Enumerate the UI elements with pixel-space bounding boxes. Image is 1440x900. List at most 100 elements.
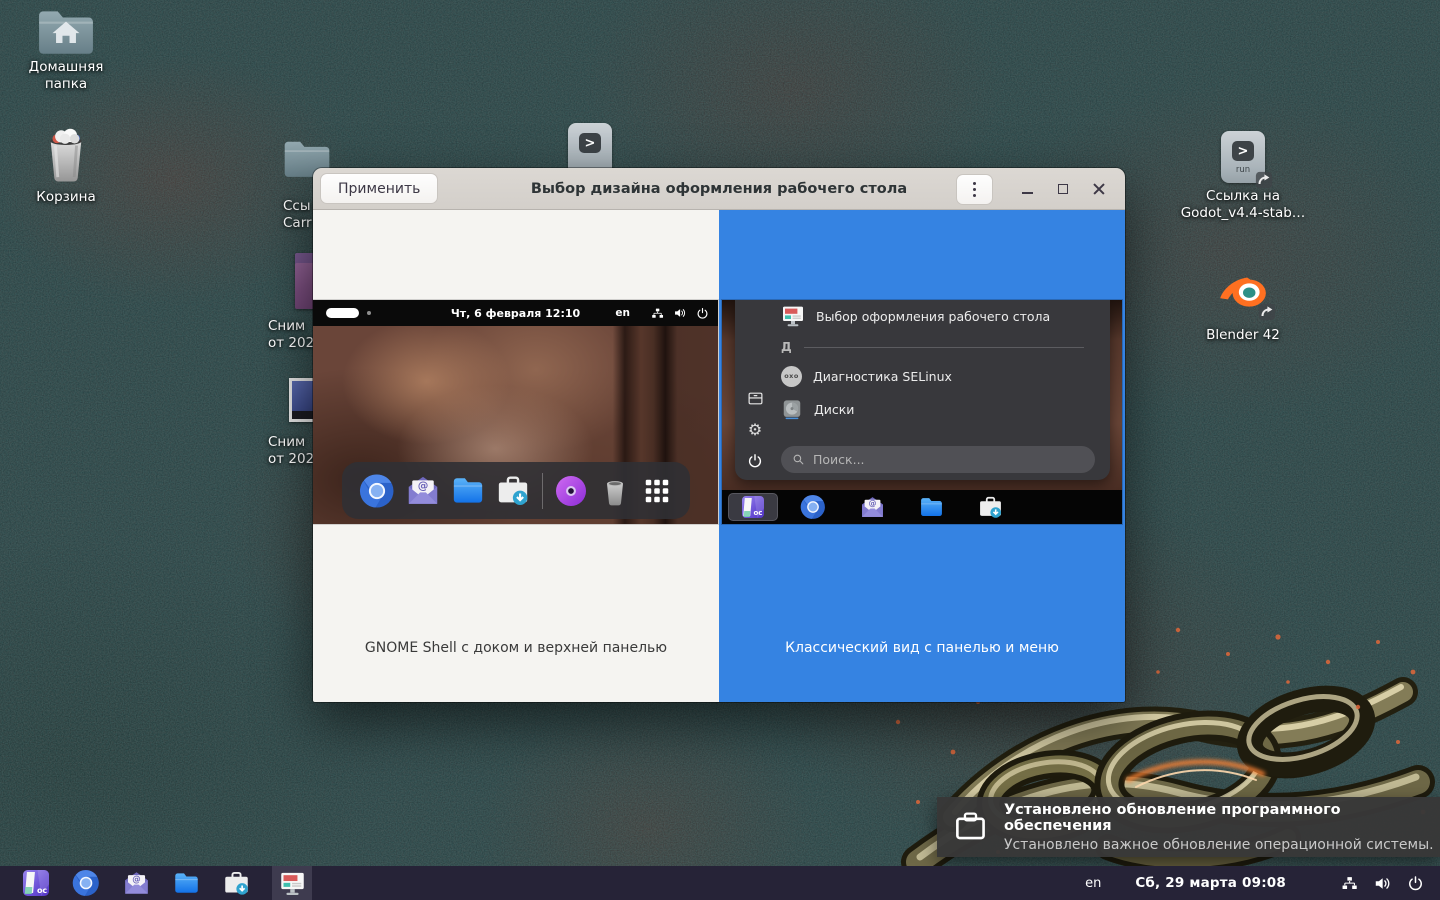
gnome-preview-wallpaper <box>313 326 718 524</box>
gnome-lang-indicator: en <box>615 307 630 319</box>
mail-icon <box>406 474 440 508</box>
os-start-logo-icon: ос <box>23 870 49 896</box>
minimize-icon <box>1021 192 1033 194</box>
search-icon <box>792 453 805 466</box>
start-button[interactable]: ос <box>22 869 50 897</box>
disks-app-icon <box>781 398 803 420</box>
desktop-design-chooser-window: Применить Выбор дизайна оформления рабоч… <box>313 168 1125 702</box>
run-badge-icon: > <box>579 133 601 153</box>
close-button[interactable] <box>1081 168 1117 210</box>
maximize-icon <box>1058 184 1068 194</box>
classic-start-button: ос <box>728 493 778 521</box>
archive-drawer-icon <box>747 390 764 407</box>
menu-section-d: Д <box>781 336 1100 358</box>
section-divider <box>803 346 1084 348</box>
oxo-app-icon: oxo <box>781 365 802 387</box>
menu-item-disks: Диски <box>781 395 1100 423</box>
files-icon <box>919 495 944 520</box>
option-classic-view[interactable]: ⚙ Выбор оформления рабочего стола Д oxo … <box>719 210 1125 702</box>
desktop-icon-godot-link[interactable]: > run Ссылка на Godot_v4.4-stab… <box>1172 131 1314 222</box>
symlink-emblem-icon <box>1258 303 1276 321</box>
run-badge-icon: > <box>1232 141 1254 161</box>
mail-icon <box>123 870 150 897</box>
power-icon <box>747 453 763 469</box>
home-folder-icon <box>37 8 95 54</box>
desktop-icon-label: Сним от 202 <box>268 318 315 351</box>
desktop-icon-label: Домашняя папка <box>28 59 104 92</box>
start-menu-sidebar: ⚙ <box>735 300 775 480</box>
desktop-icon-blender[interactable]: Blender 42 <box>1183 263 1303 344</box>
taskbar-software-button[interactable] <box>222 869 250 897</box>
volume-tray-button[interactable] <box>1373 874 1392 893</box>
taskbar-left: ос <box>0 866 312 900</box>
menu-item-selinux: oxo Диагностика SELinux <box>781 362 1100 390</box>
chromium-icon <box>359 473 395 509</box>
volume-icon <box>673 306 687 320</box>
start-menu-search: Поиск... <box>781 446 1095 473</box>
option-gnome-shell[interactable]: Чт, 6 февраля 12:10 en GNOME Shell с док… <box>313 210 719 702</box>
software-icon <box>223 870 250 897</box>
media-icon <box>554 474 588 508</box>
minimize-button[interactable] <box>1009 168 1045 210</box>
power-icon <box>1407 875 1424 892</box>
design-options: Чт, 6 февраля 12:10 en GNOME Shell с док… <box>313 210 1125 702</box>
window-controls <box>956 168 1117 210</box>
desktop-icon-label: Ссы Carr <box>283 198 312 231</box>
monitor-app-icon <box>279 870 306 897</box>
network-tray-button[interactable] <box>1341 875 1358 892</box>
symlink-emblem-icon <box>1255 171 1273 189</box>
start-menu-items: Выбор оформления рабочего стола Д oxo Ди… <box>781 302 1100 423</box>
desktop-root: { "desktop": { "run_badge": "run", "icon… <box>0 0 1440 900</box>
chromium-icon <box>72 869 100 897</box>
app-grid-icon <box>642 476 672 506</box>
gnome-topbar-tray: en <box>615 300 709 326</box>
menu-item-design-chooser: Выбор оформления рабочего стола <box>781 302 1100 330</box>
taskbar-chromium-button[interactable] <box>72 869 100 897</box>
settings-gear-icon: ⚙ <box>747 420 763 439</box>
taskbar-clock[interactable]: Сб, 29 марта 09:08 <box>1135 875 1286 891</box>
notification-title: Установлено обновление программного обес… <box>1003 801 1341 834</box>
network-icon <box>1341 875 1358 892</box>
taskbar-mail-button[interactable] <box>122 869 150 897</box>
desktop-icon-label: Сним от 202 <box>268 434 315 467</box>
close-icon <box>1093 183 1105 195</box>
run-label: run <box>1235 165 1251 175</box>
window-menu-button[interactable] <box>956 173 993 205</box>
gnome-option-caption: GNOME Shell с доком и верхней панелью <box>364 640 668 656</box>
files-icon <box>451 474 485 508</box>
dock-separator <box>541 472 543 509</box>
desktop-icon-label: Blender 42 <box>1206 327 1280 343</box>
keyboard-layout-indicator[interactable]: en <box>1085 876 1101 891</box>
desktop-icon-label: Ссылка на Godot_v4.4-stab… <box>1180 188 1306 221</box>
taskbar-active-window-button[interactable] <box>272 866 312 900</box>
gnome-topbar: Чт, 6 февраля 12:10 en <box>313 300 718 326</box>
maximize-button[interactable] <box>1045 168 1081 210</box>
classic-option-caption: Классический вид с панелью и меню <box>785 640 1059 656</box>
volume-icon <box>1373 874 1392 893</box>
software-icon <box>978 495 1003 520</box>
files-icon <box>173 870 200 897</box>
taskbar: ос en Сб, 29 марта 09:08 <box>0 866 1440 900</box>
window-titlebar[interactable]: Применить Выбор дизайна оформления рабоч… <box>313 168 1125 210</box>
taskbar-files-button[interactable] <box>172 869 200 897</box>
network-icon <box>651 307 664 320</box>
blender-icon <box>1216 263 1270 317</box>
os-start-logo-icon: ос <box>742 496 764 518</box>
trash-icon <box>43 128 89 184</box>
desktop-icon-trash[interactable]: Корзина <box>18 128 114 206</box>
taskbar-tray: en Сб, 29 марта 09:08 <box>1085 866 1424 900</box>
apply-button[interactable]: Применить <box>320 173 439 204</box>
software-icon <box>496 474 530 508</box>
update-notification[interactable]: Установлено обновление программного обес… <box>937 797 1440 857</box>
power-tray-button[interactable] <box>1407 875 1424 892</box>
gnome-dock <box>341 462 690 519</box>
classic-start-menu: ⚙ Выбор оформления рабочего стола Д oxo … <box>735 300 1110 480</box>
briefcase-icon <box>953 809 988 845</box>
trash-dock-icon <box>599 475 631 507</box>
executable-icon: > run <box>1221 131 1265 183</box>
desktop-icon-label: Корзина <box>36 189 96 205</box>
notification-text: Установлено обновление программного обес… <box>1004 802 1440 853</box>
mail-icon <box>860 495 885 520</box>
classic-taskbar: ос <box>722 490 1122 524</box>
desktop-icon-home[interactable]: Домашняя папка <box>10 8 122 93</box>
